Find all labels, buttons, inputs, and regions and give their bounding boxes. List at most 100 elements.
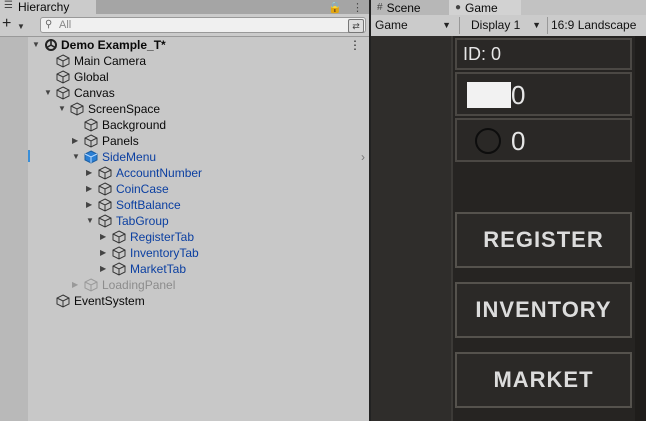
search-input[interactable]: All: [59, 19, 71, 31]
search-field[interactable]: ⚲ All ⇄: [40, 17, 366, 33]
gameobject-cube-icon: [56, 294, 70, 308]
search-icon: ⚲: [45, 19, 53, 30]
scene-name: Demo Example_T*: [61, 38, 166, 52]
tree-item-label: Background: [102, 118, 167, 132]
expand-arrow-icon[interactable]: ▶: [86, 197, 92, 213]
tree-item-label: CoinCase: [116, 182, 169, 196]
scene-menu-icon[interactable]: ⋮: [349, 37, 361, 53]
coin-value: 0: [511, 126, 526, 156]
expand-arrow-icon[interactable]: ▶: [100, 229, 106, 245]
account-id-label: ID: 0: [463, 44, 502, 64]
tree-item-global[interactable]: Global: [0, 69, 369, 85]
gameobject-cube-icon: [56, 54, 70, 68]
tree-item-accountnumber[interactable]: ▶ AccountNumber: [0, 165, 369, 181]
chevron-right-icon[interactable]: ›: [361, 149, 365, 165]
tree-item-label: SideMenu: [102, 150, 157, 164]
account-number-box: ID: 0: [455, 38, 632, 70]
expand-arrow-icon[interactable]: ▼: [58, 101, 66, 117]
tree-item-eventsystem[interactable]: EventSystem: [0, 293, 369, 309]
search-options-icon[interactable]: ⇄: [348, 19, 364, 33]
tree-item-label: MarketTab: [130, 262, 187, 276]
expand-arrow-icon[interactable]: ▼: [32, 37, 40, 53]
expand-arrow-icon[interactable]: ▼: [72, 149, 80, 165]
tree-item-tabgroup[interactable]: ▼ TabGroup: [0, 213, 369, 229]
gameobject-cube-icon: [84, 134, 98, 148]
expand-arrow-icon[interactable]: ▶: [72, 133, 78, 149]
tree-item-label: TabGroup: [116, 214, 169, 228]
coin-icon: [475, 128, 501, 154]
gameobject-cube-icon: [70, 102, 84, 116]
tab-icons: 🔒 ⋮: [328, 0, 363, 14]
add-icon[interactable]: +: [2, 16, 11, 32]
tree-item-canvas[interactable]: ▼ Canvas: [0, 85, 369, 101]
gameobject-cube-icon: [98, 182, 112, 196]
balance-icon-placeholder: [467, 82, 511, 108]
gameobject-cube-icon: [56, 86, 70, 100]
tree-item-screenspace[interactable]: ▼ ScreenSpace: [0, 101, 369, 117]
expand-arrow-icon[interactable]: ▼: [44, 85, 52, 101]
tree-item-main-camera[interactable]: Main Camera: [0, 53, 369, 69]
hierarchy-tabbar: ☰ Hierarchy 🔒 ⋮: [0, 0, 369, 14]
tree-item-label: AccountNumber: [116, 166, 203, 180]
tree-item-inventorytab[interactable]: ▶ InventoryTab: [0, 245, 369, 261]
gameobject-cube-icon: [84, 278, 98, 292]
hierarchy-toolbar: + ▼ ⚲ All ⇄: [0, 14, 369, 37]
tree-item-panels[interactable]: ▶ Panels: [0, 133, 369, 149]
view-select-value: Game: [375, 18, 408, 32]
tree-item-background[interactable]: Background: [0, 117, 369, 133]
tree-item-label: Main Camera: [74, 54, 147, 68]
tree-item-label: ScreenSpace: [88, 102, 161, 116]
tree-item-label: Global: [74, 70, 109, 84]
hierarchy-tab-icon: ☰: [4, 0, 13, 11]
register-button[interactable]: REGISTER: [455, 212, 632, 268]
expand-arrow-icon[interactable]: ▶: [100, 245, 106, 261]
hierarchy-tree: ▼ Demo Example_T* ⋮ Main Camera Global ▼…: [0, 37, 369, 421]
tab-label: Game: [465, 0, 498, 15]
tab-label: Scene: [386, 0, 421, 15]
display-select-value: Display 1: [471, 18, 521, 32]
tree-item-softbalance[interactable]: ▶ SoftBalance: [0, 197, 369, 213]
inventory-button[interactable]: INVENTORY: [455, 282, 632, 338]
market-button[interactable]: MARKET: [455, 352, 632, 408]
tree-item-label: SoftBalance: [116, 198, 181, 212]
hierarchy-tab[interactable]: ☰ Hierarchy: [0, 0, 96, 14]
gameobject-cube-icon: [84, 118, 98, 132]
tree-item-registertab[interactable]: ▶ RegisterTab: [0, 229, 369, 245]
expand-arrow-icon[interactable]: ▶: [72, 277, 78, 293]
tree-item-coincase[interactable]: ▶ CoinCase: [0, 181, 369, 197]
lock-icon[interactable]: 🔒: [328, 1, 342, 14]
scene-grid-icon: #: [377, 2, 383, 13]
kebab-menu-icon[interactable]: ⋮: [352, 1, 363, 14]
aspect-select[interactable]: 16:9 Landscape: [551, 15, 646, 36]
tree-item-sidemenu[interactable]: ▼ SideMenu ›: [0, 149, 369, 165]
expand-arrow-icon[interactable]: ▶: [86, 181, 92, 197]
display-select[interactable]: Display 1 ▼: [471, 15, 545, 36]
game-viewport: ID: 0 0 0 REGISTER INVENTORY MARKET: [371, 36, 646, 421]
gameobject-cube-icon: [112, 262, 126, 276]
chevron-down-icon[interactable]: ▼: [17, 22, 25, 31]
gameobject-cube-icon: [98, 214, 112, 228]
hierarchy-panel: ☰ Hierarchy 🔒 ⋮ + ▼ ⚲ All ⇄ ▼ Demo Examp…: [0, 0, 369, 421]
game-tabbar: # Scene ● Game: [371, 0, 646, 15]
tree-item-loadingpanel[interactable]: ▶ LoadingPanel: [0, 277, 369, 293]
toolbar-separator: [547, 17, 548, 34]
soft-balance-box: 0: [455, 72, 632, 116]
gamepad-icon: ●: [455, 2, 462, 13]
view-select[interactable]: Game ▼: [375, 15, 455, 36]
tree-item-label: EventSystem: [74, 294, 145, 308]
toolbar-separator: [459, 17, 460, 34]
expand-arrow-icon[interactable]: ▼: [86, 213, 94, 229]
tab-game[interactable]: ● Game: [449, 0, 521, 15]
dropdown-arrow-icon: ▼: [532, 20, 541, 30]
tree-item-label: LoadingPanel: [102, 278, 176, 292]
expand-arrow-icon[interactable]: ▶: [86, 165, 92, 181]
tab-scene[interactable]: # Scene: [371, 0, 449, 15]
gameobject-cube-icon: [112, 246, 126, 260]
tree-item-label: Panels: [102, 134, 139, 148]
scene-root-row[interactable]: ▼ Demo Example_T* ⋮: [0, 37, 369, 53]
tree-item-label: Canvas: [74, 86, 115, 100]
gameobject-cube-icon: [98, 166, 112, 180]
tree-item-markettab[interactable]: ▶ MarketTab: [0, 261, 369, 277]
expand-arrow-icon[interactable]: ▶: [100, 261, 106, 277]
game-panel: # Scene ● Game Game ▼ Display 1 ▼ 16:9 L…: [371, 0, 646, 421]
